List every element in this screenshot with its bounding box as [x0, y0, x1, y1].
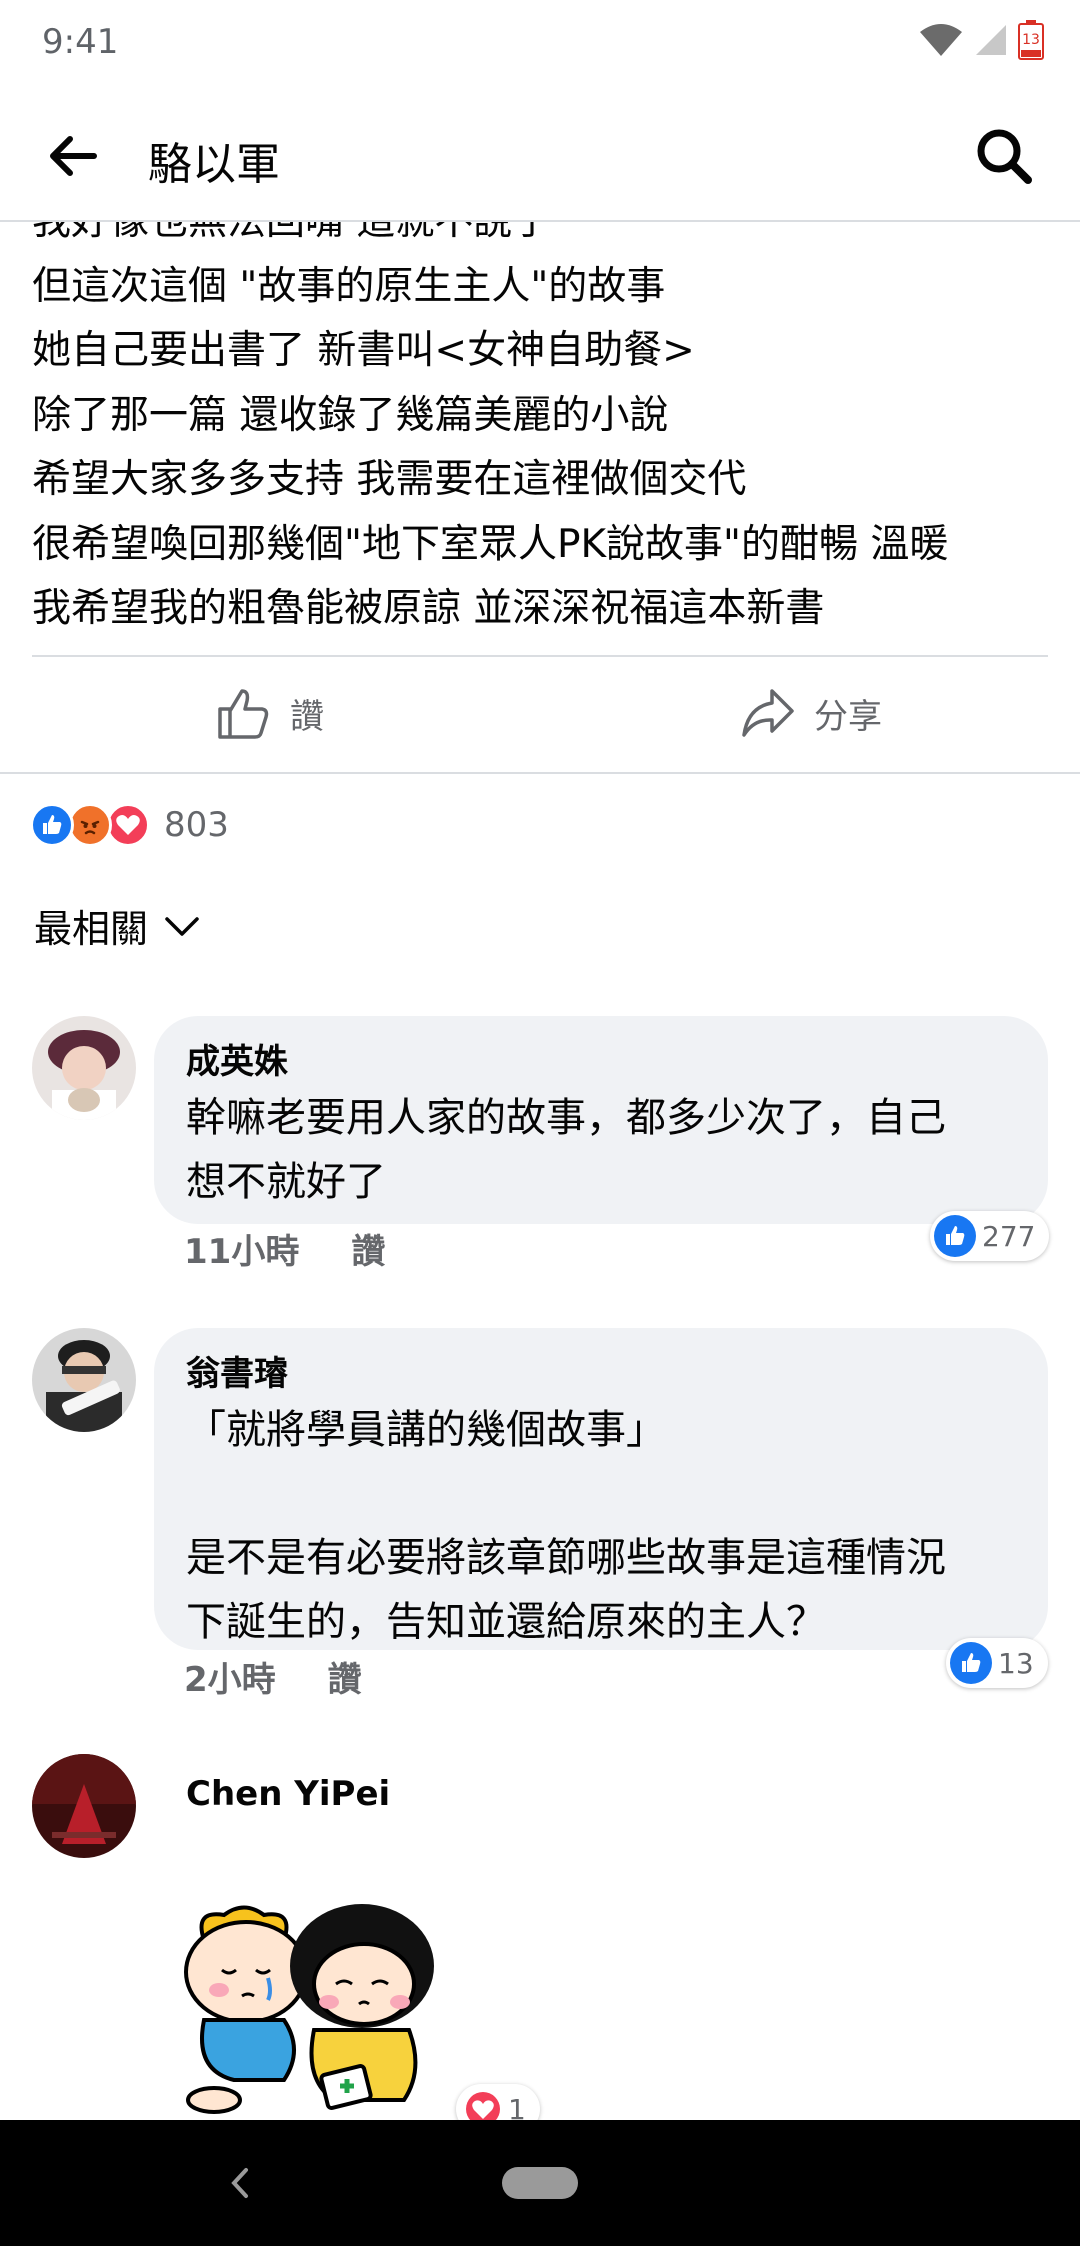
post-line: 我好像也無法回嘴 這就不說了: [32, 222, 1062, 255]
comment-reaction-count[interactable]: 277: [930, 1211, 1050, 1261]
avatar[interactable]: [32, 1016, 136, 1120]
comment-meta: 11小時 讚: [184, 1224, 385, 1273]
status-time: 9:41: [42, 22, 119, 62]
nav-back-button[interactable]: [220, 2160, 260, 2206]
chevron-left-icon: [231, 2168, 248, 2198]
nav-home-pill[interactable]: [502, 2167, 578, 2199]
angry-reaction-icon: [68, 803, 112, 847]
comment-author[interactable]: 成英姝: [186, 1038, 1014, 1086]
comment-bubble[interactable]: 翁書璿 「就將學員講的幾個故事」 是不是有必要將該章節哪些故事是這種情況 下誕生…: [154, 1328, 1048, 1650]
wifi-icon: 4: [918, 22, 964, 62]
avatar[interactable]: [32, 1328, 136, 1432]
comment-like-button[interactable]: 讚: [328, 1652, 362, 1701]
svg-text:13: 13: [1022, 32, 1040, 48]
divider: [32, 655, 1048, 657]
thumbs-up-icon: [218, 689, 269, 739]
comment-time: 11小時: [184, 1232, 300, 1272]
comment-like-count: 277: [982, 1219, 1036, 1253]
cell-signal-icon: [974, 23, 1008, 61]
comment-like-button[interactable]: 讚: [351, 1224, 385, 1273]
post-line: 她自己要出書了 新書叫<女神自助餐>: [32, 328, 695, 373]
reactions-summary[interactable]: 803: [30, 800, 229, 850]
search-button[interactable]: [974, 126, 1034, 186]
page-title: 駱以軍: [148, 139, 280, 190]
post-text: 我好像也無法回嘴 這就不說了 但這次這個 "故事的原生主人"的故事 她自己要出書…: [32, 222, 1062, 642]
divider: [0, 772, 1080, 774]
like-reaction-icon: [950, 1642, 992, 1684]
app-header: 駱以軍: [0, 90, 1080, 222]
post-line: 希望大家多多支持 我需要在這裡做個交代: [32, 457, 747, 502]
comment-meta: 2小時 讚: [184, 1652, 362, 1701]
share-icon: [742, 689, 794, 737]
comment-sort-dropdown[interactable]: 最相關: [34, 898, 200, 953]
share-button[interactable]: 分享: [740, 683, 882, 743]
back-button[interactable]: [44, 128, 100, 184]
share-label: 分享: [814, 696, 882, 737]
post-body: 我好像也無法回嘴 這就不說了 但這次這個 "故事的原生主人"的故事 她自己要出書…: [0, 222, 1080, 662]
like-label: 讚: [290, 696, 324, 737]
comment-sticker[interactable]: [164, 1900, 454, 2120]
post-line: 很希望喚回那幾個"地下室眾人PK說故事"的酣暢 溫暖: [32, 521, 949, 567]
status-bar: 9:41 4 13: [0, 0, 1080, 90]
status-icons: 4 13: [918, 20, 1044, 64]
heart-reaction-icon: [106, 803, 150, 847]
sort-label: 最相關: [34, 907, 149, 951]
like-reaction-icon: [30, 803, 74, 847]
battery-icon: 13: [1018, 20, 1044, 64]
post-line: 我希望我的粗魯能被原諒 並深深祝福這本新書: [32, 586, 825, 631]
comment-text: 「就將學員講的幾個故事」 是不是有必要將該章節哪些故事是這種情況 下誕生的，告知…: [186, 1407, 946, 1645]
reaction-count: 803: [164, 805, 229, 845]
comment-author[interactable]: 翁書璿: [186, 1350, 1014, 1398]
like-button[interactable]: 讚: [216, 683, 324, 743]
comment-text: 幹嘛老要用人家的故事，都多少次了，自己 想不就好了: [186, 1095, 946, 1205]
chevron-down-icon: [165, 916, 199, 936]
comment-time: 2小時: [184, 1660, 276, 1700]
comment-like-count: 13: [998, 1646, 1034, 1680]
system-nav-bar: [0, 2120, 1080, 2246]
comment-reaction-count[interactable]: 13: [946, 1638, 1048, 1688]
avatar[interactable]: [32, 1754, 136, 1858]
comment-author[interactable]: Chen YiPei: [186, 1770, 390, 1818]
comment-bubble[interactable]: 成英姝 幹嘛老要用人家的故事，都多少次了，自己 想不就好了: [154, 1016, 1048, 1224]
arrow-left-icon: [50, 136, 97, 176]
post-line: 除了那一篇 還收錄了幾篇美麗的小說: [32, 392, 669, 438]
svg-text:4: 4: [948, 42, 957, 58]
post-line: 但這次這個 "故事的原生主人"的故事: [32, 263, 666, 309]
search-icon: [977, 129, 1032, 184]
like-reaction-icon: [934, 1215, 976, 1257]
